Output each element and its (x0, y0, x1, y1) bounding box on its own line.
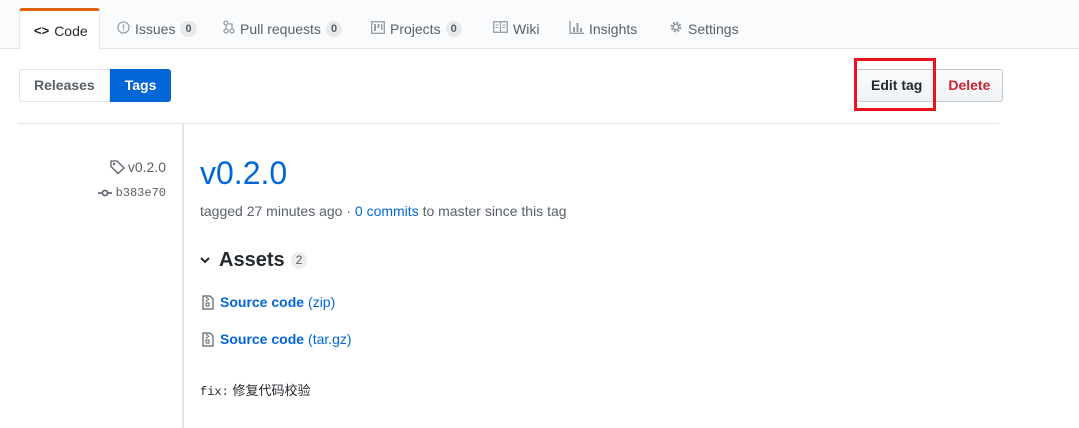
tags-tab[interactable]: Tags (109, 69, 172, 102)
tag-link[interactable]: v0.2.0 (110, 159, 166, 175)
tab-label: Wiki (513, 20, 540, 37)
tab-label: Pull requests (240, 20, 321, 37)
since-text: to master since this tag (422, 203, 567, 219)
asset-ext: (zip) (308, 294, 336, 310)
tab-wiki[interactable]: Wiki (493, 8, 539, 49)
tab-label: Issues (135, 20, 176, 37)
tag-name: v0.2.0 (127, 159, 166, 175)
repo-nav: <> Code Issues 0 Pull requests 0 Project… (0, 0, 1079, 50)
project-icon (371, 20, 385, 37)
tag-actions: Edit tag Delete (856, 69, 1004, 102)
count-badge: 0 (445, 20, 462, 37)
asset-link[interactable]: Source code (tar.gz) (202, 331, 352, 347)
assets-title: Assets (219, 249, 285, 271)
release-subnav: Releases Tags (19, 69, 172, 102)
asset-ext: (tar.gz) (308, 331, 352, 347)
graph-icon (569, 20, 584, 37)
note-prefix: fix: (200, 385, 229, 399)
tab-label: Projects (390, 20, 441, 37)
edit-tag-button[interactable]: Edit tag (856, 69, 937, 102)
asset-name: Source code (220, 294, 305, 310)
tab-label: Insights (589, 20, 638, 37)
divider (18, 123, 999, 124)
git-pull-request-icon (223, 20, 235, 37)
delete-button[interactable]: Delete (936, 69, 1004, 102)
release-title[interactable]: v0.2.0 (200, 155, 287, 192)
code-icon: <> (34, 23, 50, 38)
note-text: 修复代码校验 (232, 383, 311, 398)
commits-link[interactable]: 0 commits (355, 203, 419, 219)
timeline-line (182, 124, 184, 428)
file-zip-icon (202, 331, 214, 347)
asset-link[interactable]: Source code (zip) (202, 294, 335, 310)
tagged-text: tagged 27 minutes ago · (200, 203, 351, 219)
tab-insights[interactable]: Insights (569, 8, 637, 49)
tab-settings[interactable]: Settings (669, 8, 739, 49)
tag-icon (110, 160, 125, 174)
release-note: fix: 修复代码校验 (200, 380, 310, 399)
tab-code[interactable]: <> Code (19, 8, 100, 50)
issue-icon (117, 20, 130, 37)
count-badge: 0 (180, 20, 197, 37)
gear-icon (669, 20, 683, 37)
commit-link[interactable]: b383e70 (97, 186, 166, 200)
tab-pull-requests[interactable]: Pull requests 0 (223, 8, 343, 49)
tab-projects[interactable]: Projects 0 (371, 8, 462, 49)
commit-sha: b383e70 (115, 186, 166, 200)
asset-name: Source code (220, 331, 305, 347)
assets-toggle[interactable]: Assets 2 (200, 249, 308, 272)
book-icon (493, 21, 508, 36)
tab-label: Code (54, 22, 88, 39)
releases-tab[interactable]: Releases (19, 69, 110, 102)
chevron-down-icon (200, 257, 210, 264)
release-subtitle: tagged 27 minutes ago · 0 commits to mas… (200, 203, 567, 219)
tab-label: Settings (688, 20, 739, 37)
assets-count: 2 (290, 252, 308, 269)
count-badge: 0 (325, 20, 343, 37)
tab-issues[interactable]: Issues 0 (117, 8, 197, 49)
commit-icon (97, 189, 112, 197)
file-zip-icon (202, 294, 214, 310)
